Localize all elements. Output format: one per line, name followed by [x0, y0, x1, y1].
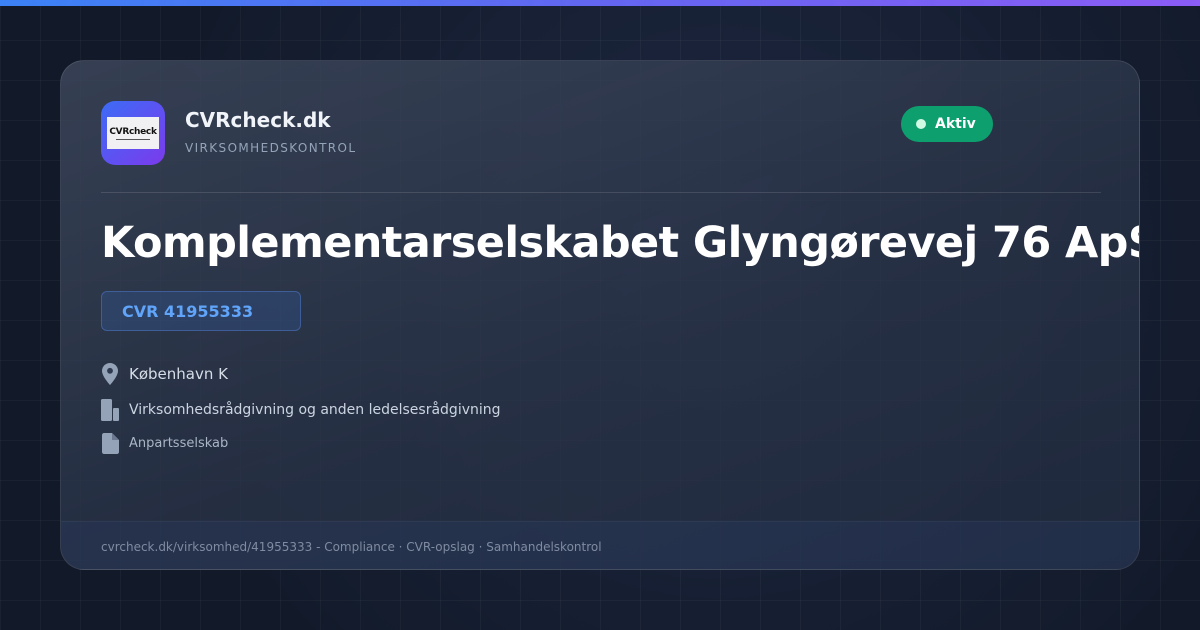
- location-pin-icon: [101, 363, 119, 385]
- brand-tagline: VIRKSOMHEDSKONTROL: [185, 141, 357, 155]
- logo-text: CVRcheck: [109, 126, 157, 137]
- logo-underline: [116, 138, 150, 140]
- industry-row: Virksomhedsrådgivning og anden ledelsesr…: [101, 399, 501, 421]
- industry-text: Virksomhedsrådgivning og anden ledelsesr…: [129, 402, 501, 418]
- footer-text: cvrcheck.dk/virksomhed/41955333 - Compli…: [101, 540, 602, 554]
- status-label: Aktiv: [935, 116, 976, 132]
- brand-name: CVRcheck.dk: [185, 108, 331, 132]
- brand-logo: CVRcheck: [101, 101, 165, 165]
- building-icon: [101, 399, 119, 421]
- company-name: Komplementarselskabet Glyngørevej 76 ApS: [101, 218, 1140, 268]
- document-icon: [101, 432, 119, 454]
- company-card: CVRcheck CVRcheck.dk VIRKSOMHEDSKONTROL …: [60, 60, 1140, 570]
- company-type-text: Anpartsselskab: [129, 435, 229, 451]
- location-row: København K: [101, 363, 228, 385]
- location-text: København K: [129, 365, 228, 383]
- status-dot-icon: [916, 119, 926, 129]
- card-footer: cvrcheck.dk/virksomhed/41955333 - Compli…: [61, 521, 1139, 569]
- status-badge: Aktiv: [901, 106, 993, 142]
- cvr-number: CVR 41955333: [122, 301, 254, 321]
- header-divider: [101, 192, 1101, 193]
- top-accent-bar: [0, 0, 1200, 6]
- company-type-row: Anpartsselskab: [101, 432, 228, 454]
- logo-badge: CVRcheck: [107, 117, 159, 149]
- cvr-badge: CVR 41955333: [101, 291, 301, 331]
